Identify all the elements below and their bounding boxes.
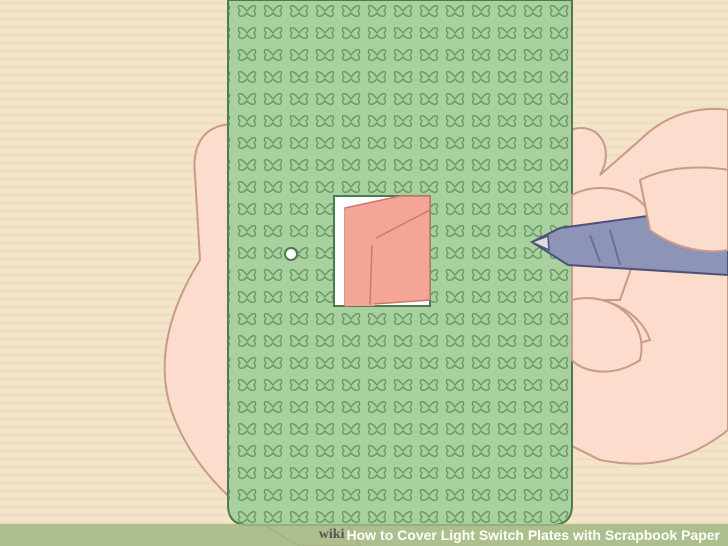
switch-plate-cover	[227, 0, 573, 526]
screw-hole	[284, 247, 298, 261]
wikihow-watermark: wiki How to Cover Light Switch Plates wit…	[0, 524, 728, 546]
watermark-brand-prefix: wiki	[318, 527, 345, 542]
watermark-brand-suffix: How	[346, 527, 377, 543]
illustration: wiki How to Cover Light Switch Plates wit…	[0, 0, 728, 546]
illustration-canvas	[0, 0, 728, 546]
watermark-title: to Cover Light Switch Plates with Scrapb…	[380, 527, 720, 543]
